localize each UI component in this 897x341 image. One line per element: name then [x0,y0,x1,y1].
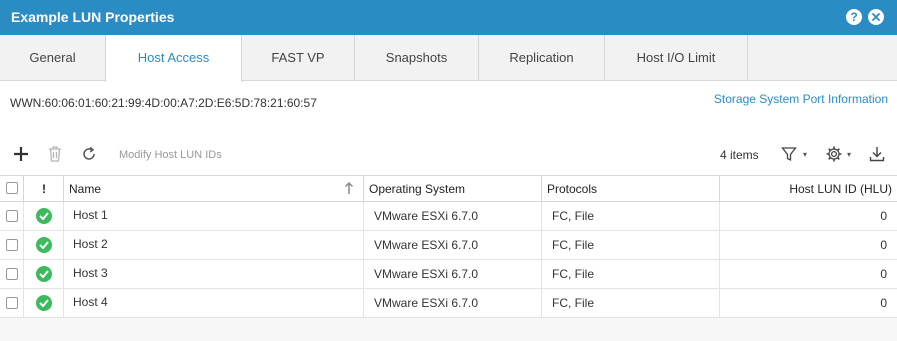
table-row[interactable]: Host 4 VMware ESXi 6.7.0 FC, File 0 [0,289,897,318]
header-operating-system[interactable]: Operating System [364,176,542,201]
plus-icon[interactable] [12,145,30,166]
grid-toolbar: Modify Host LUN IDs 4 items ▾ ▾ [0,140,897,170]
row-checkbox[interactable] [6,210,18,222]
table-header: ! Name Operating System Protocols Host L… [0,175,897,202]
host-os: VMware ESXi 6.7.0 [374,209,479,223]
host-protocols: FC, File [552,209,594,223]
host-lun-id: 0 [880,238,887,252]
settings-caret-icon[interactable]: ▾ [847,150,851,159]
host-protocols: FC, File [552,296,594,310]
status-ok-icon [36,208,52,224]
host-name: Host 4 [73,295,108,309]
host-os: VMware ESXi 6.7.0 [374,238,479,252]
header-host-lun-id[interactable]: Host LUN ID (HLU) [720,176,897,201]
header-status[interactable]: ! [24,176,64,201]
trash-icon[interactable] [47,145,63,166]
grid-empty-area [0,318,897,341]
tab-general[interactable]: General [0,35,106,81]
download-icon[interactable] [868,145,886,166]
tab-host-access[interactable]: Host Access [105,35,242,82]
window-title: Example LUN Properties [11,9,175,25]
host-protocols: FC, File [552,267,594,281]
filter-caret-icon[interactable]: ▾ [803,150,807,159]
storage-port-info-link[interactable]: Storage System Port Information [714,92,888,106]
tab-snapshots[interactable]: Snapshots [355,35,479,81]
row-checkbox[interactable] [6,239,18,251]
tab-bar: General Host Access FAST VP Snapshots Re… [0,35,897,82]
host-os: VMware ESXi 6.7.0 [374,267,479,281]
close-icon[interactable] [868,9,884,25]
gear-icon[interactable] [825,145,843,166]
status-ok-icon [36,295,52,311]
header-select-all-cell [0,176,24,201]
wwn-value: WWN:60:06:01:60:21:99:4D:00:A7:2D:E6:5D:… [10,96,317,110]
sort-ascending-icon [344,181,354,198]
filter-icon[interactable] [781,145,797,166]
header-name[interactable]: Name [64,176,364,201]
table-row[interactable]: Host 3 VMware ESXi 6.7.0 FC, File 0 [0,260,897,289]
host-name: Host 3 [73,266,108,280]
row-checkbox[interactable] [6,297,18,309]
tab-fast-vp[interactable]: FAST VP [242,35,355,81]
header-protocols[interactable]: Protocols [542,176,720,201]
tab-replication[interactable]: Replication [479,35,605,81]
table-row[interactable]: Host 2 VMware ESXi 6.7.0 FC, File 0 [0,231,897,260]
host-name: Host 2 [73,237,108,251]
host-os: VMware ESXi 6.7.0 [374,296,479,310]
row-checkbox[interactable] [6,268,18,280]
table-row[interactable]: Host 1 VMware ESXi 6.7.0 FC, File 0 [0,202,897,231]
select-all-checkbox[interactable] [6,182,18,194]
tab-host-io-limit[interactable]: Host I/O Limit [605,35,748,81]
modify-host-lun-ids-button[interactable]: Modify Host LUN IDs [119,149,222,161]
host-name: Host 1 [73,208,108,222]
status-ok-icon [36,266,52,282]
host-lun-id: 0 [880,209,887,223]
item-count: 4 items [720,148,759,162]
title-bar: Example LUN Properties ? [0,0,897,35]
help-icon[interactable]: ? [846,9,862,25]
host-lun-id: 0 [880,296,887,310]
host-protocols: FC, File [552,238,594,252]
host-lun-id: 0 [880,267,887,281]
status-ok-icon [36,237,52,253]
refresh-icon[interactable] [80,145,98,166]
